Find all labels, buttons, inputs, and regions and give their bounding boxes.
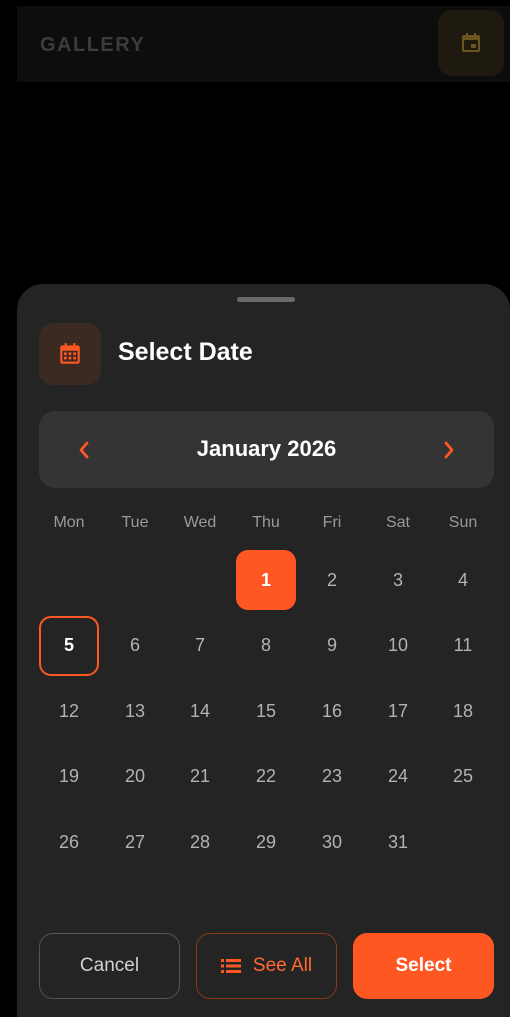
day-cell-11[interactable]: 11 [433,616,493,676]
day-cell-13[interactable]: 13 [105,681,165,741]
day-cell-5[interactable]: 5 [39,615,99,676]
day-cell-1[interactable]: 1 [236,550,296,610]
see-all-button[interactable]: See All [196,933,337,999]
cancel-label: Cancel [79,955,140,976]
day-cell-15[interactable]: 15 [236,681,296,741]
day-cell-16[interactable]: 16 [302,681,362,741]
day-cell-28[interactable]: 28 [170,812,230,872]
day-cell-23[interactable]: 23 [302,747,362,807]
open-calendar-button[interactable] [438,10,504,76]
date-picker-sheet: Select Date January 2026 Mon Tue Wed Thu Fri… [17,284,510,1017]
select-button[interactable]: Select [353,933,494,999]
day-cell-19[interactable]: 19 [39,747,99,807]
day-cell-14[interactable]: 14 [170,681,230,741]
day-cell-17[interactable]: 17 [368,681,428,741]
day-cell-6[interactable]: 6 [105,616,165,676]
day-cell-9[interactable]: 9 [302,616,362,676]
day-cell-3[interactable]: 3 [368,550,428,610]
cancel-button[interactable]: Cancel [39,933,180,999]
day-cell-21[interactable]: 21 [170,747,230,807]
day-cell-30[interactable]: 30 [302,812,362,872]
day-cell-12[interactable]: 12 [39,681,99,741]
day-cell-31[interactable]: 31 [368,812,428,872]
day-cell-10[interactable]: 10 [368,616,428,676]
day-cell-4[interactable]: 4 [433,550,493,610]
day-cell-26[interactable]: 26 [39,812,99,872]
day-cell-8[interactable]: 8 [236,616,296,676]
app-title: GALLERY [40,34,146,56]
day-cell-20[interactable]: 20 [105,747,165,807]
day-cell-22[interactable]: 22 [236,747,296,807]
day-cell-18[interactable]: 18 [433,681,493,741]
day-cell-29[interactable]: 29 [236,812,296,872]
day-cell-7[interactable]: 7 [170,616,230,676]
day-cell-2[interactable]: 2 [302,550,362,610]
calendar-grid: 1 2 3 4 5 6 7 8 9 10 11 12 13 14 15 16 17 18 19 20 21 22 23 24 2… [17,284,510,884]
see-all-label: See All [252,955,313,976]
day-cell-24[interactable]: 24 [368,747,428,807]
day-cell-27[interactable]: 27 [105,812,165,872]
list-icon [220,959,241,973]
select-label: Select [395,955,452,976]
day-cell-25[interactable]: 25 [433,747,493,807]
calendar-icon [462,33,480,52]
app-bar: GALLERY [17,6,510,82]
